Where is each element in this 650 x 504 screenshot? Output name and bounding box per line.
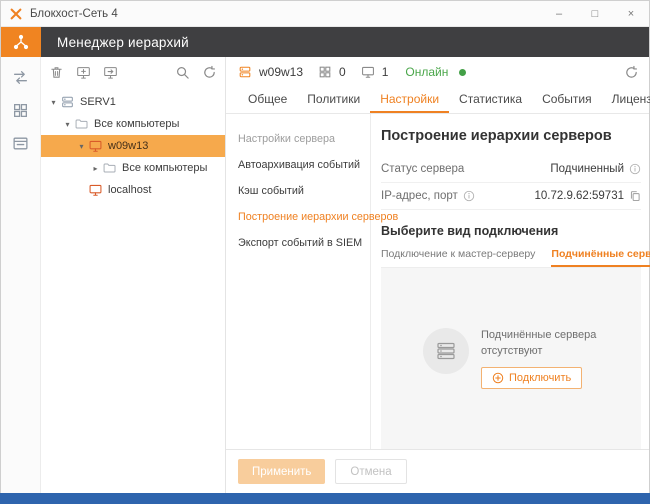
hierarchy-settings-detail: Построение иерархии серверов Статус серв… [371, 114, 650, 449]
main-area: ▾ SERV1 ▾ Все компьютеры ▾ w09w13 ▸ Все … [1, 57, 650, 493]
hierarchy-icon [12, 33, 30, 51]
tree-item-label: Все компьютеры [94, 118, 180, 130]
minimize-button[interactable]: – [541, 1, 577, 26]
nav-modules-icon[interactable] [12, 102, 29, 119]
detail-title: Построение иерархии серверов [381, 128, 612, 144]
app-logo-icon [9, 7, 23, 21]
ip-label: IP-адрес, порт [381, 190, 458, 202]
app-header-row: Менеджер иерархий [1, 27, 649, 57]
nav-reports-icon[interactable] [12, 135, 29, 152]
add-computer-icon[interactable] [76, 65, 91, 80]
delete-icon[interactable] [49, 65, 64, 80]
folder-icon [102, 161, 117, 175]
server-tree: ▾ SERV1 ▾ Все компьютеры ▾ w09w13 ▸ Все … [41, 87, 225, 493]
tab-subordinate-servers[interactable]: Подчинённые серверы [551, 248, 650, 267]
server-status-bar: w09w13 0 1 Онлайн [226, 57, 649, 87]
close-button[interactable]: × [613, 1, 649, 26]
empty-state-circle [423, 328, 469, 375]
server-detail-panel: w09w13 0 1 Онлайн Общее Политики Настрой… [226, 57, 650, 493]
server-icon [238, 65, 252, 79]
cancel-button[interactable]: Отмена [335, 459, 407, 484]
window-controls: – □ × [541, 1, 649, 26]
settings-nav-autoarchive[interactable]: Автоархивация событий [226, 152, 370, 178]
subordinate-servers-panel: Подчинённые сервера отсутствуют Подключи… [381, 268, 641, 449]
server-status-row: Статус сервера Подчиненный [381, 156, 641, 183]
close-icon: × [627, 7, 635, 20]
maximize-button[interactable]: □ [577, 1, 613, 26]
tree-item-all-computers[interactable]: ▾ Все компьютеры [41, 113, 225, 135]
tree-item-label: w09w13 [108, 140, 149, 152]
tab-events[interactable]: События [532, 92, 602, 113]
connect-button-label: Подключить [509, 371, 572, 384]
taskbar [0, 493, 650, 504]
settings-content: Настройки сервера Автоархивация событий … [226, 114, 650, 449]
titlebar: Блокхост-Сеть 4 – □ × [1, 1, 649, 27]
plus-icon [492, 372, 504, 384]
expand-open-icon[interactable]: ▾ [47, 98, 60, 107]
copy-icon[interactable] [629, 190, 641, 202]
refresh-icon[interactable] [624, 65, 639, 80]
computers-icon [361, 65, 375, 79]
app-window: Блокхост-Сеть 4 – □ × Менеджер иерархий [0, 0, 650, 493]
settings-nav-hierarchy[interactable]: Построение иерархии серверов [226, 204, 398, 230]
hierarchy-tree-panel: ▾ SERV1 ▾ Все компьютеры ▾ w09w13 ▸ Все … [41, 57, 226, 493]
settings-nav-siem-export[interactable]: Экспорт событий в SIEM [226, 230, 370, 256]
empty-state-text: Подчинённые сервера отсутствуют [481, 329, 597, 357]
connect-button[interactable]: Подключить [481, 366, 583, 389]
ip-port-row: IP-адрес, порт 10.72.9.62:59731 [381, 183, 641, 210]
info-icon[interactable] [629, 163, 641, 175]
servers-icon [435, 340, 457, 362]
search-icon[interactable] [175, 65, 190, 80]
policies-icon [318, 65, 332, 79]
server-icon [60, 95, 75, 109]
connection-type-title: Выберите вид подключения [381, 224, 559, 238]
policies-count: 0 [339, 65, 346, 79]
tab-master-connection[interactable]: Подключение к мастер-серверу [381, 248, 535, 267]
section-tabs: Общее Политики Настройки Статистика Собы… [226, 87, 650, 114]
status-label: Статус сервера [381, 163, 465, 175]
tree-item-w09w13-selected[interactable]: ▾ w09w13 [41, 135, 225, 157]
minimize-icon: – [555, 7, 563, 20]
computer-icon [88, 183, 103, 197]
expand-open-icon[interactable]: ▾ [75, 142, 88, 151]
settings-nav: Настройки сервера Автоархивация событий … [226, 114, 398, 449]
tree-item-serv1[interactable]: ▾ SERV1 [41, 91, 225, 113]
tab-statistics[interactable]: Статистика [449, 92, 532, 113]
tab-settings[interactable]: Настройки [370, 92, 449, 113]
expand-closed-icon[interactable]: ▸ [89, 164, 102, 173]
tree-item-label: SERV1 [80, 96, 116, 108]
online-status: Онлайн [405, 65, 449, 79]
connection-tabs: Подключение к мастер-серверу Подчинённые… [381, 248, 650, 268]
brand-square [1, 27, 41, 57]
empty-state: Подчинённые сервера отсутствуют Подключи… [423, 328, 599, 389]
ip-value: 10.72.9.62:59731 [534, 190, 624, 202]
tab-policies[interactable]: Политики [297, 92, 370, 113]
status-value: Подчиненный [550, 163, 624, 175]
tree-refresh-icon[interactable] [202, 65, 217, 80]
server-name: w09w13 [259, 65, 304, 79]
expand-open-icon[interactable]: ▾ [61, 120, 74, 129]
footer-actions: Применить Отмена [226, 449, 649, 493]
tree-item-localhost[interactable]: localhost [41, 179, 225, 201]
page-title: Менеджер иерархий [41, 27, 649, 57]
nav-exchange-icon[interactable] [12, 69, 29, 86]
settings-nav-event-cache[interactable]: Кэш событий [226, 178, 370, 204]
tab-general[interactable]: Общее [238, 92, 297, 113]
info-icon[interactable] [463, 190, 475, 202]
folder-icon [74, 117, 89, 131]
settings-nav-server-settings[interactable]: Настройки сервера [226, 126, 370, 152]
online-dot-icon [459, 68, 467, 76]
maximize-icon: □ [591, 7, 599, 20]
tree-item-all-computers-child[interactable]: ▸ Все компьютеры [41, 157, 225, 179]
apply-button[interactable]: Применить [238, 459, 326, 484]
tree-item-label: Все компьютеры [122, 162, 208, 174]
nav-rail [1, 57, 41, 493]
move-computer-icon[interactable] [103, 65, 118, 80]
computer-icon [88, 139, 103, 153]
tab-licenses[interactable]: Лицензии [602, 92, 650, 113]
computers-count: 1 [381, 65, 389, 79]
tree-item-label: localhost [108, 184, 152, 196]
tree-toolbar [41, 57, 225, 87]
window-title: Блокхост-Сеть 4 [30, 7, 118, 20]
